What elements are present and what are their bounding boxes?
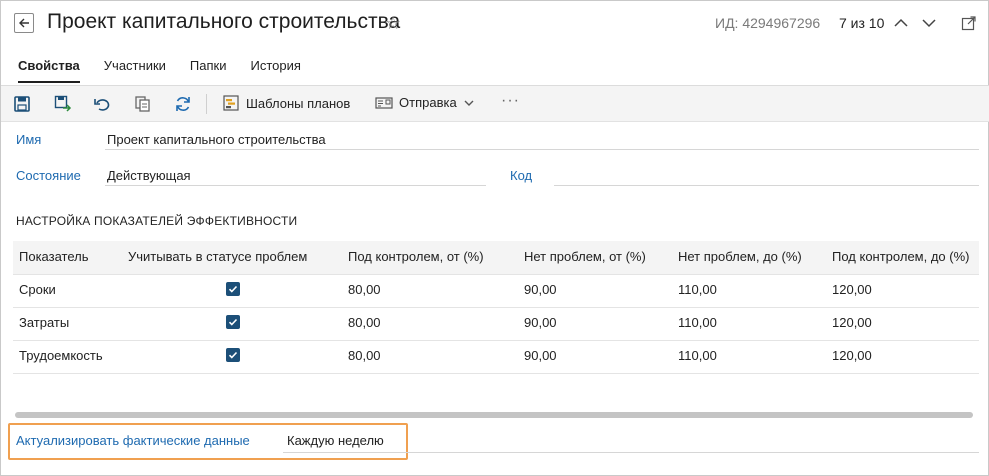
- chevron-down-icon[interactable]: [920, 14, 938, 32]
- ok-from-cell[interactable]: 90,00: [524, 315, 557, 330]
- send-label: Отправка: [399, 95, 457, 110]
- window-frame: Проект капитального строительства ☆ ИД: …: [0, 0, 989, 476]
- kpi-section-title: НАСТРОЙКА ПОКАЗАТЕЛЕЙ ЭФФЕКТИВНОСТИ: [16, 214, 298, 228]
- ok-to-cell[interactable]: 110,00: [678, 348, 717, 363]
- horizontal-scrollbar[interactable]: [15, 412, 973, 418]
- send-button[interactable]: Отправка: [375, 95, 475, 110]
- include-in-status-checkbox[interactable]: [226, 282, 240, 296]
- more-options-button[interactable]: ···: [501, 92, 520, 110]
- tab-folders[interactable]: Папки: [190, 58, 227, 83]
- column-header[interactable]: Нет проблем, от (%): [524, 249, 646, 264]
- column-header[interactable]: Под контролем, от (%): [348, 249, 484, 264]
- column-header[interactable]: Нет проблем, до (%): [678, 249, 802, 264]
- refresh-icon[interactable]: [174, 95, 192, 113]
- back-button[interactable]: [14, 13, 34, 33]
- checkmark-icon: [228, 285, 238, 293]
- checkmark-icon: [228, 318, 238, 326]
- ctrl-to-cell[interactable]: 120,00: [832, 282, 872, 297]
- ok-from-cell[interactable]: 90,00: [524, 282, 557, 297]
- toolbar-separator: [206, 94, 207, 114]
- table-row[interactable]: Затраты 80,00 90,00 110,00 120,00: [13, 307, 979, 341]
- copy-icon[interactable]: [134, 95, 152, 113]
- code-label: Код: [510, 168, 533, 183]
- ok-to-cell[interactable]: 110,00: [678, 282, 717, 297]
- arrow-left-icon: [19, 18, 29, 28]
- record-id: ИД: 4294967296: [715, 15, 821, 31]
- tab-bar: Свойства Участники Папки История: [18, 58, 325, 83]
- ok-from-cell[interactable]: 90,00: [524, 348, 557, 363]
- tab-history[interactable]: История: [250, 58, 300, 83]
- ctrl-from-cell[interactable]: 80,00: [348, 282, 381, 297]
- star-icon[interactable]: ☆: [385, 13, 401, 33]
- kpi-name-cell: Трудоемкость: [19, 348, 103, 363]
- open-in-new-window-icon[interactable]: [961, 15, 977, 31]
- state-label: Состояние: [16, 168, 81, 183]
- checkmark-icon: [228, 351, 238, 359]
- include-in-status-checkbox[interactable]: [226, 315, 240, 329]
- table-row[interactable]: Сроки 80,00 90,00 110,00 120,00: [13, 274, 979, 308]
- tab-properties[interactable]: Свойства: [18, 58, 80, 83]
- kpi-name-cell: Затраты: [19, 315, 70, 330]
- name-field[interactable]: Проект капитального строительства: [107, 132, 326, 147]
- toolbar: Шаблоны планов Отправка ···: [1, 86, 989, 122]
- chevron-down-icon: [464, 100, 474, 106]
- table-header-row: Показатель Учитывать в статусе проблем П…: [13, 241, 979, 275]
- plan-templates-label: Шаблоны планов: [246, 95, 351, 111]
- plan-templates-button[interactable]: Шаблоны планов: [223, 95, 350, 111]
- save-and-close-icon[interactable]: [54, 95, 72, 113]
- save-icon[interactable]: [13, 95, 31, 113]
- ctrl-to-cell[interactable]: 120,00: [832, 315, 872, 330]
- code-field-underline: [554, 185, 979, 186]
- ctrl-from-cell[interactable]: 80,00: [348, 315, 381, 330]
- table-row[interactable]: Трудоемкость 80,00 90,00 110,00 120,00: [13, 340, 979, 374]
- column-header[interactable]: Показатель: [19, 249, 89, 264]
- ctrl-from-cell[interactable]: 80,00: [348, 348, 381, 363]
- name-label: Имя: [16, 132, 42, 147]
- undo-icon[interactable]: [93, 95, 111, 113]
- actualize-label: Актуализировать фактические данные: [16, 433, 250, 448]
- state-field[interactable]: Действующая: [107, 168, 191, 183]
- plan-templates-icon: [223, 95, 239, 111]
- page-title: Проект капитального строительства: [47, 10, 401, 33]
- kpi-name-cell: Сроки: [19, 282, 56, 297]
- pager-text: 7 из 10: [839, 15, 885, 31]
- send-icon: [375, 96, 393, 109]
- column-header[interactable]: Учитывать в статусе проблем: [128, 249, 307, 264]
- actualize-field-underline: [283, 452, 979, 453]
- state-field-underline: [105, 185, 486, 186]
- include-in-status-checkbox[interactable]: [226, 348, 240, 362]
- column-header[interactable]: Под контролем, до (%): [832, 249, 969, 264]
- ctrl-to-cell[interactable]: 120,00: [832, 348, 872, 363]
- chevron-up-icon[interactable]: [892, 14, 910, 32]
- actualize-frequency-field[interactable]: Каждую неделю: [287, 433, 384, 448]
- name-field-underline: [105, 149, 979, 150]
- ok-to-cell[interactable]: 110,00: [678, 315, 717, 330]
- tab-participants[interactable]: Участники: [104, 58, 166, 83]
